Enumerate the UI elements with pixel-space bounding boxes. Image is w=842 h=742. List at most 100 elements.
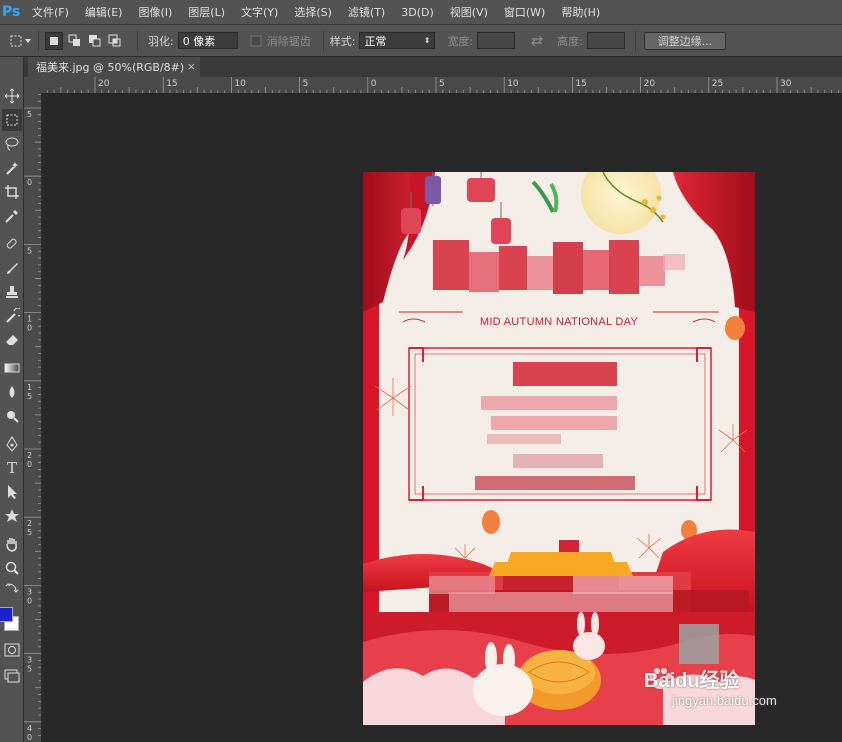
- poster-artwork: [363, 172, 755, 725]
- feather-label: 羽化:: [148, 34, 174, 48]
- antialias-label: 消除锯齿: [266, 34, 311, 48]
- gradient-tool-icon[interactable]: [2, 357, 22, 379]
- ruler-label: 5: [439, 79, 445, 89]
- ruler-label: 2: [27, 519, 32, 528]
- ruler-label: 5: [27, 528, 32, 537]
- document-title: 福美来.jpg @ 50%(RGB/8#): [36, 61, 185, 74]
- divider: [38, 30, 39, 51]
- eraser-tool-icon[interactable]: [2, 329, 22, 351]
- ruler-label: 5: [27, 246, 32, 255]
- ruler-label: 5: [27, 392, 32, 401]
- screen-mode-icon[interactable]: [2, 665, 22, 687]
- ruler-label: 3: [27, 587, 32, 596]
- close-icon[interactable]: ×: [187, 60, 196, 73]
- custom-shape-tool-icon[interactable]: [2, 505, 22, 527]
- rect-marquee-icon: [8, 33, 24, 49]
- type-tool-icon[interactable]: T: [2, 457, 22, 479]
- ruler-label: 5: [27, 665, 32, 674]
- ruler-label: 20: [644, 79, 656, 89]
- refine-edge-button[interactable]: 调整边缘...: [643, 31, 726, 50]
- style-select[interactable]: 正常 ⬍: [359, 32, 436, 49]
- menu-edit[interactable]: 编辑(E): [77, 4, 131, 20]
- document-tab[interactable]: 福美来.jpg @ 50%(RGB/8#) ×: [28, 57, 200, 77]
- document-tab-strip: 福美来.jpg @ 50%(RGB/8#) ×: [24, 57, 842, 77]
- menu-window[interactable]: 窗口(W): [496, 4, 553, 20]
- menu-layer[interactable]: 图层(L): [180, 4, 233, 20]
- ruler-label: 3: [27, 656, 32, 665]
- menu-view[interactable]: 视图(V): [442, 4, 496, 20]
- watermark: Baidu经验 jingyan.baidu.com: [644, 664, 777, 708]
- add-selection-icon[interactable]: [67, 33, 83, 49]
- style-select-value: 正常: [364, 34, 387, 48]
- menu-image[interactable]: 图像(I): [130, 4, 180, 20]
- ruler-label: 15: [166, 79, 177, 89]
- watermark-brand: Baidu经验: [644, 670, 740, 692]
- ruler-label: 15: [575, 79, 586, 89]
- ruler-origin[interactable]: [24, 77, 42, 94]
- poster-image[interactable]: MID AUTUMN NATIONAL DAY: [363, 172, 755, 725]
- vertical-ruler-ticks: 50510152025303540: [24, 94, 41, 742]
- height-input[interactable]: [586, 32, 625, 49]
- poster-subtitle: MID AUTUMN NATIONAL DAY: [479, 316, 639, 328]
- pen-tool-icon[interactable]: [2, 433, 22, 455]
- menu-3d[interactable]: 3D(D): [393, 6, 442, 19]
- width-input[interactable]: [477, 32, 516, 49]
- app-logo: Ps: [2, 4, 21, 20]
- height-label: 高度:: [557, 34, 583, 48]
- divider: [634, 30, 636, 51]
- ruler-label: 20: [98, 79, 110, 89]
- chevron-down-icon: [24, 33, 32, 49]
- swap-colors-icon[interactable]: [2, 581, 22, 595]
- menu-file[interactable]: 文件(F): [24, 4, 77, 20]
- horizontal-ruler-ticks: 20 15 10 5 0 5 10 15 20 25 30: [46, 77, 839, 93]
- eyedropper-tool-icon[interactable]: [2, 205, 22, 227]
- menu-help[interactable]: 帮助(H): [553, 4, 608, 20]
- quick-mask-icon[interactable]: [2, 639, 22, 661]
- options-bar: 羽化: 0 像素 消除锯齿 样式: 正常 ⬍ 宽度: 高度: 调整边缘...: [0, 24, 842, 57]
- history-brush-tool-icon[interactable]: [2, 305, 22, 327]
- intersect-selection-icon[interactable]: [107, 33, 123, 49]
- antialias-checkbox[interactable]: [248, 33, 264, 49]
- ruler-label: 0: [27, 324, 32, 333]
- ruler-label: 4: [27, 724, 32, 733]
- marquee-preset-picker[interactable]: [8, 31, 32, 51]
- horizontal-ruler[interactable]: 20 15 10 5 0 5 10 15 20 25 30: [42, 77, 842, 94]
- zoom-tool-icon[interactable]: [2, 557, 22, 579]
- path-selection-tool-icon[interactable]: [2, 481, 22, 503]
- feather-input[interactable]: 0 像素: [177, 32, 238, 49]
- hand-tool-icon[interactable]: [2, 533, 22, 555]
- brush-tool-icon[interactable]: [2, 257, 22, 279]
- magic-wand-tool-icon[interactable]: [2, 157, 22, 179]
- healing-brush-tool-icon[interactable]: [2, 233, 22, 255]
- swap-icon[interactable]: [529, 33, 545, 49]
- watermark-logo: Baidu经验: [644, 664, 777, 693]
- watermark-url: jingyan.baidu.com: [672, 693, 777, 708]
- new-selection-icon[interactable]: [45, 31, 63, 50]
- subtract-selection-icon[interactable]: [87, 33, 103, 49]
- blur-tool-icon[interactable]: [2, 381, 22, 403]
- ruler-label: 10: [234, 79, 246, 89]
- vertical-ruler[interactable]: 50510152025303540: [24, 94, 42, 742]
- menu-filter[interactable]: 滤镜(T): [340, 4, 393, 20]
- rect-marquee-tool-icon[interactable]: [2, 109, 22, 131]
- ruler-label: 1: [27, 315, 32, 324]
- move-tool-icon[interactable]: [2, 85, 22, 107]
- ruler-label: 25: [712, 79, 723, 89]
- ruler-label: 5: [27, 110, 32, 119]
- menu-bar: Ps 文件(F) 编辑(E) 图像(I) 图层(L) 文字(Y) 选择(S) 滤…: [0, 0, 842, 24]
- crop-tool-icon[interactable]: [2, 181, 22, 203]
- divider: [322, 30, 324, 51]
- tools-panel: T: [0, 57, 24, 742]
- clone-stamp-tool-icon[interactable]: [2, 281, 22, 303]
- style-label: 样式:: [329, 34, 356, 48]
- lasso-tool-icon[interactable]: [2, 133, 22, 155]
- divider: [137, 30, 138, 51]
- ruler-label: 0: [27, 733, 32, 742]
- menu-type[interactable]: 文字(Y): [233, 4, 286, 20]
- ruler-label: 0: [27, 178, 32, 187]
- updown-icon: ⬍: [423, 36, 431, 45]
- ruler-label: 0: [27, 596, 32, 605]
- menu-select[interactable]: 选择(S): [286, 4, 340, 20]
- foreground-color-swatch[interactable]: [0, 607, 13, 622]
- dodge-tool-icon[interactable]: [2, 405, 22, 427]
